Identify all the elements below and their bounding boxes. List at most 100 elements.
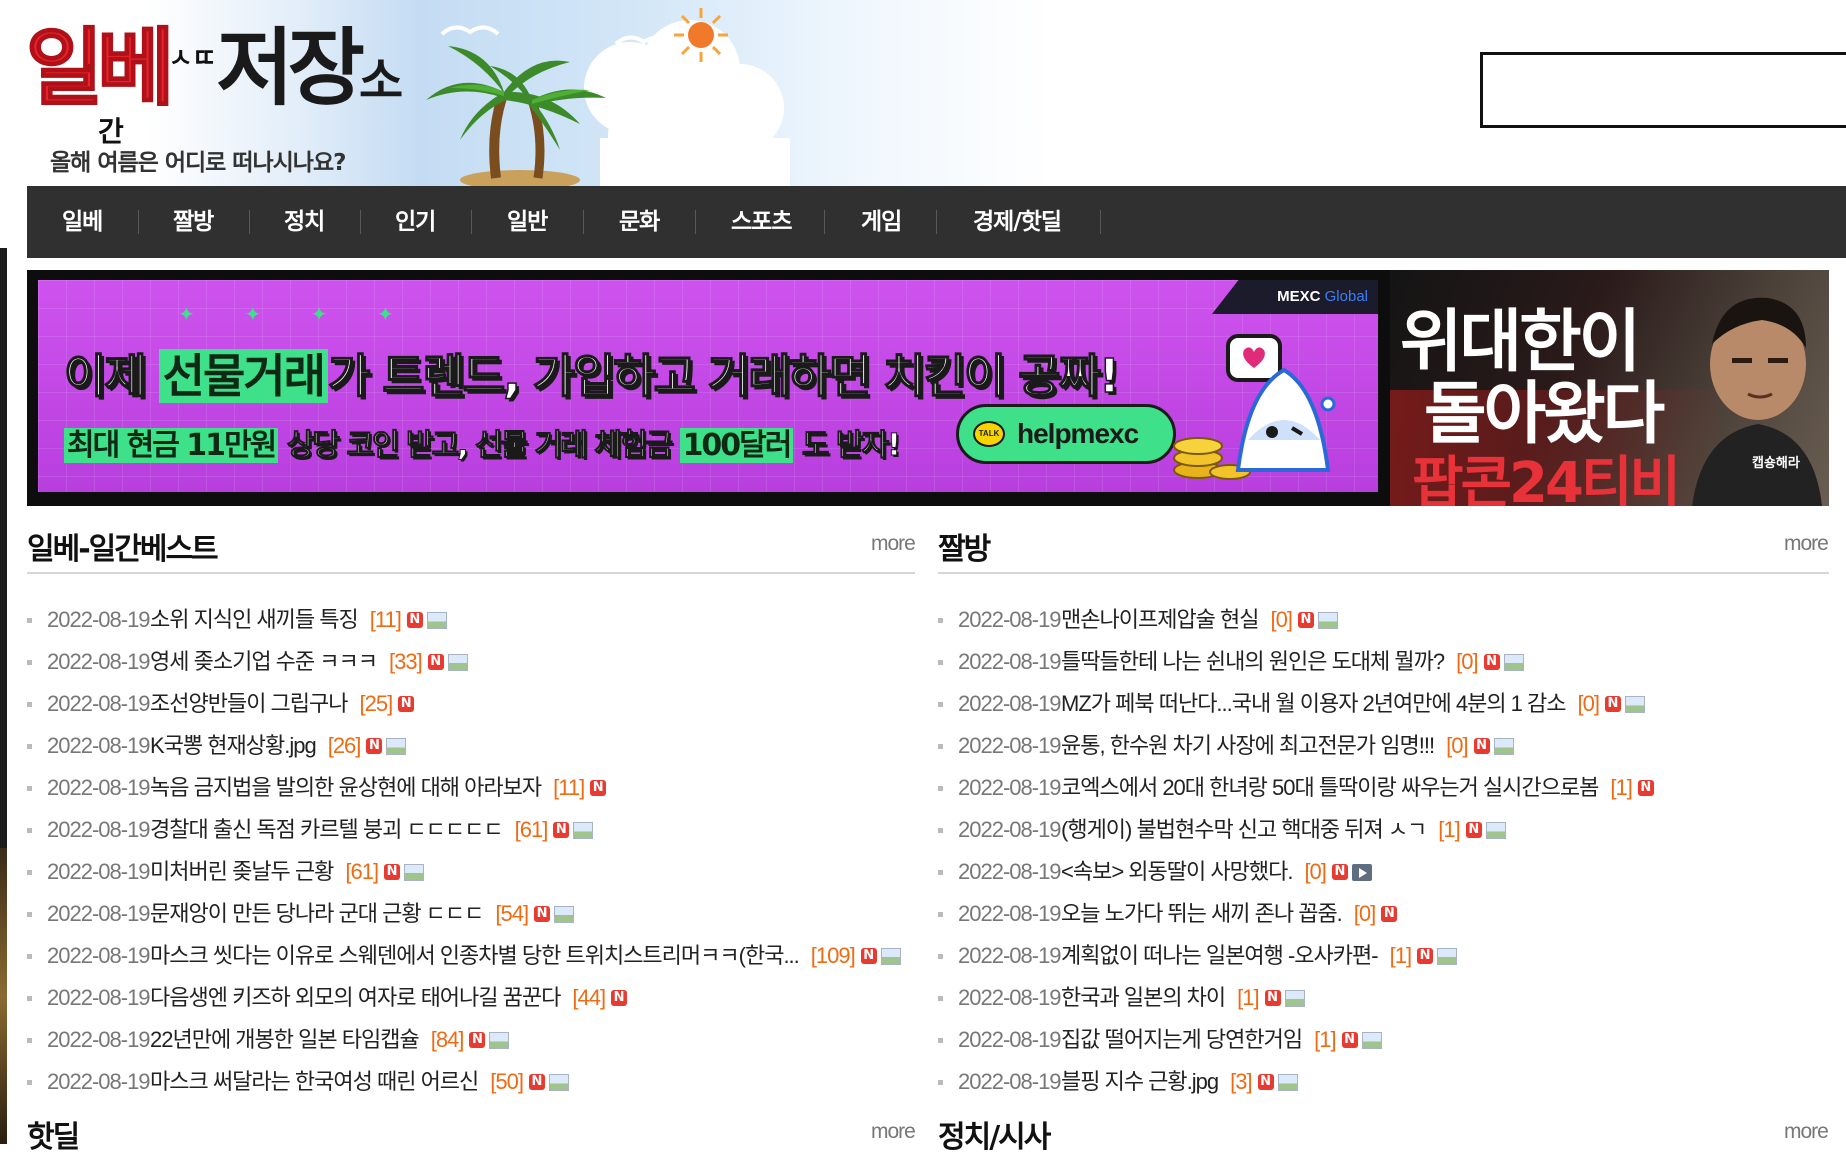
bullet-icon xyxy=(27,744,32,749)
board-politics: 정치/시사 more xyxy=(938,1112,1829,1155)
post-title-link[interactable]: 다음생엔 키즈하 외모의 여자로 태어나길 꿈꾼다 [44] N xyxy=(150,977,628,1019)
ad-subline-mid: 상당 코인 받고, 선물 거래 체험금 xyxy=(278,428,680,464)
ad-subline-highlight1: 최대 현금 11만원 xyxy=(64,428,279,463)
post-title: 윤통, 한수원 차기 사장에 최고전문가 임명!!! xyxy=(1061,733,1435,758)
post-title: 블핑 지수 근황.jpg xyxy=(1061,1069,1219,1094)
bullet-icon xyxy=(938,702,943,707)
comment-count: [109] xyxy=(810,943,856,968)
ad-headline-pre: 이제 xyxy=(63,348,159,404)
popcorn-tv-ad-banner[interactable]: 위대한이 돌아왔다 팝콘24티비 캡숑해라 xyxy=(1390,270,1829,506)
nav-item-general[interactable]: 일반 xyxy=(507,186,548,258)
post-title-link[interactable]: 마스크 써달라는 한국여성 때린 어르신 [50] N xyxy=(150,1061,569,1103)
post-title-link[interactable]: 22년만에 개봉한 일본 타임캡슐 [84] N xyxy=(150,1019,510,1061)
kakao-pill-button[interactable]: TALK helpmexc xyxy=(956,404,1176,464)
post-title-link[interactable]: 틀딱들한테 나는 쉰내의 원인은 도대체 뭘까? [0] N xyxy=(1061,641,1524,683)
post-title-link[interactable]: MZ가 페북 떠난다...국내 월 이용자 2년여만에 4분의 1 감소 [0] N xyxy=(1061,683,1645,725)
nav-item-game[interactable]: 게임 xyxy=(861,186,902,258)
mexc-ad-banner[interactable]: MEXC Global ✦ ✦ ✦ ✦ 이제 선물거래가 트렌드, 가입하고 거… xyxy=(38,280,1378,492)
comment-count: [1] xyxy=(1610,775,1632,800)
post-title: <속보> 외동딸이 사망했다. xyxy=(1061,859,1293,884)
comment-count: [11] xyxy=(553,775,585,800)
logo-small-letters: ㅅㄸ xyxy=(168,44,217,74)
post-title-link[interactable]: (행게이) 불법현수막 신고 핵대중 뒤져 ㅅㄱ [1] N xyxy=(1061,809,1506,851)
board-title[interactable]: 일베-일간베스트 xyxy=(27,524,219,568)
bullet-icon xyxy=(938,1080,943,1085)
post-title-link[interactable]: 한국과 일본의 차이 [1] N xyxy=(1061,977,1305,1019)
new-badge-icon: N xyxy=(406,612,423,629)
ad2-tag: 캡숑해라 xyxy=(1752,455,1800,470)
post-title-link[interactable]: 윤통, 한수원 차기 사장에 최고전문가 임명!!! [0] N xyxy=(1061,725,1514,767)
post-date: 2022-08-19 xyxy=(47,1027,151,1052)
new-badge-icon: N xyxy=(1331,864,1348,881)
logo-text: 일베ㅅㄸ저장소 xyxy=(25,25,403,111)
post-date: 2022-08-19 xyxy=(958,1027,1062,1052)
bullet-icon xyxy=(27,786,32,791)
comment-count: [54] xyxy=(495,901,529,926)
post-title-link[interactable]: K국뽕 현재상황.jpg [26] N xyxy=(150,725,407,767)
ad-subline-post: 도 받자! xyxy=(793,428,901,464)
image-attachment-icon xyxy=(554,905,575,923)
post-title-link[interactable]: 마스크 씻다는 이유로 스웨덴에서 인종차별 당한 트위치스트리머ㅋㅋ(한국..… xyxy=(150,935,901,977)
post-title-link[interactable]: <속보> 외동딸이 사망했다. [0] N xyxy=(1061,851,1372,893)
post-title-link[interactable]: 코엑스에서 20대 한녀랑 50대 틀딱이랑 싸우는거 실시간으로봄 [1] N xyxy=(1061,767,1654,809)
bullet-icon xyxy=(27,1038,32,1043)
nav-divider xyxy=(824,210,825,234)
board-divider xyxy=(27,572,915,574)
nav-item-popular[interactable]: 인기 xyxy=(395,186,436,258)
kakao-id-text: helpmexc xyxy=(1017,418,1139,449)
nav-item-ilbe[interactable]: 일베 xyxy=(62,186,103,258)
post-title: 경찰대 출신 독점 카르텔 붕괴 ㄷㄷㄷㄷㄷ xyxy=(150,817,504,842)
post-title: 집값 떨어지는게 당연한거임 xyxy=(1061,1027,1303,1052)
post-date: 2022-08-19 xyxy=(47,859,151,884)
board-title[interactable]: 핫딜 xyxy=(27,1112,80,1156)
ad-subline-highlight2: 100달러 xyxy=(679,428,794,463)
more-link[interactable]: more xyxy=(871,532,916,556)
post-date: 2022-08-19 xyxy=(958,1069,1062,1094)
board-hotdeal: 핫딜 more xyxy=(27,1112,916,1155)
nav-divider xyxy=(695,210,696,234)
post-title-link[interactable]: 집값 떨어지는게 당연한거임 [1] N xyxy=(1061,1019,1382,1061)
post-title-link[interactable]: 조선양반들이 그립구나 [25] N xyxy=(150,683,415,725)
post-title: 오늘 노가다 뛰는 새끼 존나 꼽줌. xyxy=(1061,901,1343,926)
ad-headline-post: 가 트렌드, 가입하고 거래하면 치킨이 공짜! xyxy=(327,348,1120,404)
comment-count: [1] xyxy=(1389,943,1412,968)
image-attachment-icon xyxy=(1361,1031,1382,1049)
search-input[interactable] xyxy=(1480,52,1846,128)
nav-item-culture[interactable]: 문화 xyxy=(619,186,660,258)
nav-item-economy-hotdeal[interactable]: 경제/핫딜 xyxy=(973,186,1062,258)
nav-item-sports[interactable]: 스포츠 xyxy=(731,186,792,258)
more-link[interactable]: more xyxy=(1784,1120,1829,1144)
nav-item-politics[interactable]: 정치 xyxy=(284,186,325,258)
post-date: 2022-08-19 xyxy=(47,985,151,1010)
comment-count: [26] xyxy=(327,733,362,758)
more-link[interactable]: more xyxy=(1784,532,1829,556)
post-title-link[interactable]: 오늘 노가다 뛰는 새끼 존나 꼽줌. [0] N xyxy=(1061,893,1398,935)
comment-count: [0] xyxy=(1446,733,1468,758)
post-title-link[interactable]: 문재앙이 만든 당나라 군대 근황 ㄷㄷㄷ [54] N xyxy=(150,893,575,935)
post-title: 계획없이 떠나는 일본여행 -오사카편- xyxy=(1061,943,1379,968)
post-title-link[interactable]: 미처버린 좆날두 근황 [61] N xyxy=(150,851,425,893)
post-title: 코엑스에서 20대 한녀랑 50대 틀딱이랑 싸우는거 실시간으로봄 xyxy=(1061,775,1599,800)
post-title-link[interactable]: 블핑 지수 근황.jpg [3] N xyxy=(1061,1061,1298,1103)
post-title-link[interactable]: 경찰대 출신 독점 카르텔 붕괴 ㄷㄷㄷㄷㄷ [61] N xyxy=(150,809,594,851)
board-title[interactable]: 정치/시사 xyxy=(938,1112,1051,1156)
comment-count: [33] xyxy=(388,649,423,674)
post-title: 녹음 금지법을 발의한 윤상현에 대해 아라보자 xyxy=(150,775,542,800)
image-attachment-icon xyxy=(1317,611,1338,629)
post-title: 문재앙이 만든 당나라 군대 근황 ㄷㄷㄷ xyxy=(150,901,484,926)
post-title-link[interactable]: 소위 지식인 새끼들 특징 [11] N xyxy=(150,599,447,641)
board-title[interactable]: 짤방 xyxy=(938,524,991,568)
site-logo[interactable]: 일베ㅅㄸ저장소 간 xyxy=(25,18,446,148)
nav-item-jjalbang[interactable]: 짤방 xyxy=(173,186,214,258)
post-title-link[interactable]: 맨손나이프제압술 현실 [0] N xyxy=(1061,599,1338,641)
image-attachment-icon xyxy=(426,611,447,629)
new-badge-icon: N xyxy=(398,696,415,713)
post-title-link[interactable]: 계획없이 떠나는 일본여행 -오사카편- [1] N xyxy=(1061,935,1458,977)
comment-count: [0] xyxy=(1577,691,1600,716)
post-title-link[interactable]: 녹음 금지법을 발의한 윤상현에 대해 아라보자 [11] N xyxy=(150,767,607,809)
post-title-link[interactable]: 영세 좆소기업 수준 ㅋㅋㅋ [33] N xyxy=(150,641,468,683)
more-link[interactable]: more xyxy=(871,1120,916,1144)
mexc-brand-suffix: Global xyxy=(1324,288,1368,305)
mexc-brand: MEXC xyxy=(1277,288,1321,305)
bullet-icon xyxy=(938,870,943,875)
